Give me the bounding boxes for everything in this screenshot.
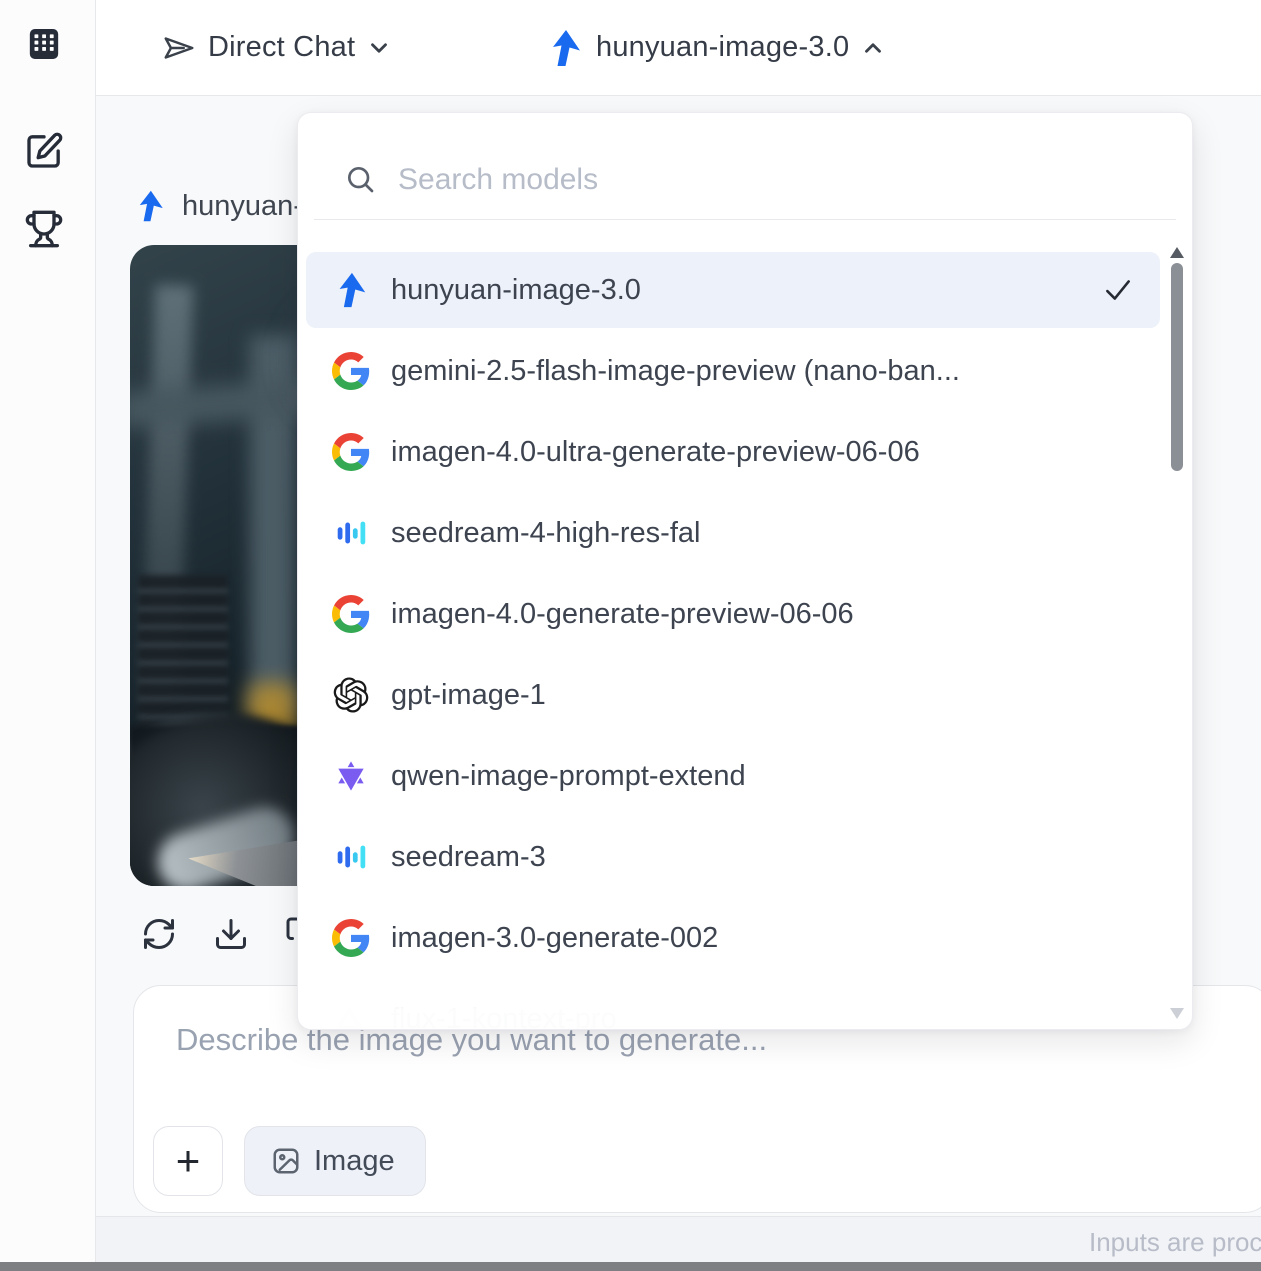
- image-mode-button[interactable]: Image: [244, 1126, 426, 1196]
- model-item-label: qwen-image-prompt-extend: [391, 759, 746, 792]
- model-item-label: seedream-4-high-res-fal: [391, 516, 701, 549]
- send-icon: [164, 36, 194, 59]
- model-list: hunyuan-image-3.0 gemini-2.5-flash-image-…: [298, 113, 1192, 1029]
- flux-logo-icon: [332, 1000, 370, 1029]
- model-item-label: imagen-4.0-generate-preview-06-06: [391, 597, 854, 630]
- model-item-label: imagen-3.0-generate-002: [391, 921, 719, 954]
- model-item-seedream-4-high-res-fal[interactable]: seedream-4-high-res-fal: [306, 495, 1160, 571]
- leaderboard-trophy-icon[interactable]: [24, 209, 64, 249]
- seedream-logo-icon: [332, 514, 370, 552]
- model-item-imagen-3.0-generate-002[interactable]: imagen-3.0-generate-002: [306, 900, 1160, 976]
- model-item-seedream-3[interactable]: seedream-3: [306, 819, 1160, 895]
- download-icon: [216, 919, 246, 949]
- image-actions-toolbar: [141, 916, 321, 952]
- mode-label: Direct Chat: [208, 31, 356, 63]
- model-item-qwen-image-prompt-extend[interactable]: qwen-image-prompt-extend: [306, 738, 1160, 814]
- model-item-label: gpt-image-1: [391, 678, 546, 711]
- chevron-up-icon: [865, 42, 882, 53]
- model-item-gpt-image-1[interactable]: gpt-image-1: [306, 657, 1160, 733]
- chevron-down-icon: [371, 42, 388, 53]
- regenerate-button[interactable]: [141, 916, 177, 952]
- model-selector-button[interactable]: hunyuan-image-3.0: [545, 0, 886, 95]
- google-logo-icon: [332, 433, 370, 471]
- qwen-logo-icon: [332, 757, 370, 795]
- model-item-label: imagen-4.0-ultra-generate-preview-06-06: [391, 435, 920, 468]
- model-item-gemini-2.5-flash-image-preview-nano-ban...[interactable]: gemini-2.5-flash-image-preview (nano-ban…: [306, 333, 1160, 409]
- window-bottom-edge: [0, 1262, 1261, 1271]
- check-icon: [1102, 274, 1134, 306]
- model-item-flux-1-kontext-pro[interactable]: flux-1-kontext-pro: [306, 981, 1160, 1030]
- model-item-label: hunyuan-image-3.0: [391, 273, 641, 306]
- composer-buttons: + Image: [153, 1126, 426, 1196]
- hunyuan-logo-icon: [553, 29, 580, 66]
- app-grid-icon[interactable]: [24, 24, 64, 64]
- google-logo-icon: [332, 595, 370, 633]
- model-item-label: gemini-2.5-flash-image-preview (nano-ban…: [391, 354, 960, 387]
- google-logo-icon: [332, 352, 370, 390]
- model-item-hunyuan-image-3.0[interactable]: hunyuan-image-3.0: [306, 252, 1160, 328]
- model-item-label: seedream-3: [391, 840, 546, 873]
- seedream-logo-icon: [332, 838, 370, 876]
- selected-model-label: hunyuan-image-3.0: [596, 31, 850, 63]
- openai-logo-icon: [332, 676, 370, 714]
- scrollbar-up-arrow[interactable]: [1170, 247, 1184, 258]
- model-item-label: flux-1-kontext-pro: [391, 1002, 617, 1030]
- prompt-input[interactable]: [174, 1020, 1178, 1116]
- google-logo-icon: [332, 919, 370, 957]
- dropdown-scrollbar[interactable]: [1168, 247, 1186, 1021]
- model-item-imagen-4.0-ultra-generate-preview-06-06[interactable]: imagen-4.0-ultra-generate-preview-06-06: [306, 414, 1160, 490]
- hunyuan-logo-icon: [332, 271, 370, 309]
- new-chat-icon[interactable]: [24, 131, 64, 171]
- model-dropdown: hunyuan-image-3.0 gemini-2.5-flash-image-…: [297, 112, 1193, 1030]
- footer-strip: [96, 1216, 1261, 1263]
- sidebar: [0, 0, 96, 1262]
- image-icon: [273, 1148, 299, 1174]
- regenerate-icon: [144, 919, 174, 949]
- image-mode-label: Image: [314, 1144, 395, 1177]
- scrollbar-thumb[interactable]: [1171, 263, 1183, 471]
- footer-notice: Inputs are proce: [1089, 1227, 1261, 1257]
- hunyuan-logo-icon: [139, 190, 163, 222]
- mode-selector-button[interactable]: Direct Chat: [161, 0, 392, 95]
- app-window: Direct Chat hunyuan-image-3.0 hunyuan-im…: [0, 0, 1261, 1271]
- model-item-imagen-4.0-generate-preview-06-06[interactable]: imagen-4.0-generate-preview-06-06: [306, 576, 1160, 652]
- scrollbar-down-arrow[interactable]: [1170, 1008, 1184, 1019]
- add-attachment-button[interactable]: +: [153, 1126, 223, 1196]
- download-button[interactable]: [213, 916, 249, 952]
